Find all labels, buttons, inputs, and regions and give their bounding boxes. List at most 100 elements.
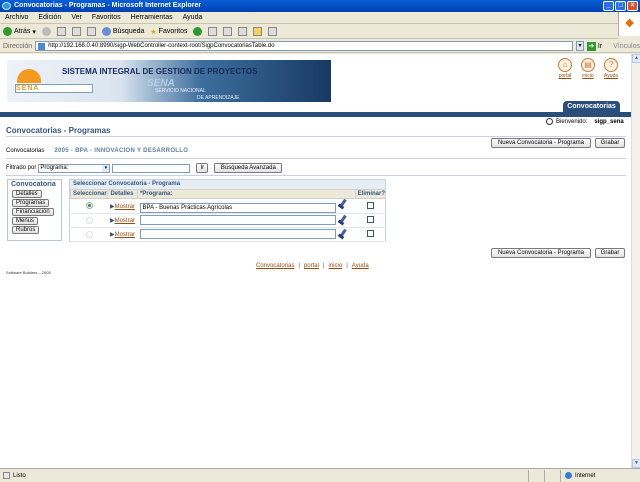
- go-button[interactable]: ➔ Ir: [586, 41, 602, 51]
- edit-icon[interactable]: [238, 27, 248, 36]
- programa-field[interactable]: BPA - Buenas Prácticas Agrícolas: [139, 203, 336, 213]
- menu-edicion[interactable]: Edición: [38, 12, 61, 23]
- scroll-up-icon[interactable]: ▲: [632, 54, 640, 63]
- portal-icon: ⌂: [558, 58, 572, 72]
- menu-ver[interactable]: Ver: [71, 12, 82, 23]
- home-icon[interactable]: [86, 27, 96, 36]
- close-button[interactable]: ×: [627, 1, 638, 11]
- refresh-icon[interactable]: [71, 27, 81, 36]
- global-links: ⌂ portal ▤ inicio ? Ayuda: [558, 58, 618, 79]
- show-details-link[interactable]: Mostrar: [115, 204, 135, 210]
- title-bar: Convocatorias - Programas - Microsoft In…: [0, 0, 640, 12]
- menu-bar: Archivo Edición Ver Favoritos Herramient…: [0, 12, 640, 24]
- browser-window: Convocatorias - Programas - Microsoft In…: [0, 0, 640, 482]
- sidebar-item-menus[interactable]: Menus: [12, 217, 39, 225]
- convocatoria-label: Convocatorias: [6, 148, 45, 154]
- col-eliminar: Eliminar?: [354, 189, 387, 199]
- filter-label: Filtrado por: [6, 165, 37, 171]
- filter-bar: Filtrado por Programa: ▾ Ir Búsqueda Ava…: [6, 163, 283, 173]
- menu-herramientas[interactable]: Herramientas: [131, 12, 173, 23]
- table-row: ▶Mostrar: [70, 213, 386, 228]
- address-bar: Dirección http://192.168.0.40:8990/sigp-…: [0, 40, 640, 53]
- help-icon: ?: [604, 58, 619, 72]
- delete-checkbox[interactable]: [366, 230, 374, 237]
- grid-title: Seleccionar Convocatoria - Programa: [70, 180, 385, 189]
- save-button[interactable]: Grabar: [595, 138, 625, 148]
- menu-favoritos[interactable]: Favoritos: [92, 12, 121, 23]
- filter-go-button[interactable]: Ir: [196, 163, 209, 173]
- media-icon[interactable]: [193, 27, 203, 36]
- page-content: SENA SISTEMA INTEGRAL DE GESTION DE PROY…: [0, 54, 631, 468]
- select-radio[interactable]: [85, 216, 93, 224]
- menu-archivo[interactable]: Archivo: [5, 12, 28, 23]
- search-icon: [101, 27, 111, 36]
- col-detalles: Detalles: [107, 189, 139, 199]
- edit-brush-icon[interactable]: [337, 229, 349, 239]
- portal-link[interactable]: ⌂ portal: [558, 58, 572, 79]
- sidebar-item-programas[interactable]: Programas: [12, 199, 50, 207]
- url-dropdown[interactable]: ▾: [576, 41, 584, 51]
- filter-input[interactable]: [112, 163, 191, 173]
- scroll-down-icon[interactable]: ▼: [632, 459, 640, 468]
- footer-link-inicio[interactable]: inicio: [329, 263, 343, 269]
- show-details-link[interactable]: Mostrar: [115, 218, 135, 224]
- folder-icon[interactable]: [253, 27, 263, 36]
- mail-icon[interactable]: [208, 27, 218, 36]
- go-arrow-icon: ➔: [586, 41, 596, 51]
- filter-select[interactable]: Programa: ▾: [38, 163, 111, 173]
- advanced-search-button[interactable]: Búsqueda Avanzada: [214, 163, 283, 173]
- inicio-link[interactable]: ▤ inicio: [581, 58, 595, 79]
- delete-checkbox[interactable]: [366, 201, 374, 209]
- vertical-scrollbar[interactable]: ▲ ▼: [631, 54, 640, 468]
- back-arrow-icon: [3, 27, 12, 36]
- new-convocatoria-button-bottom[interactable]: Nueva Convocatoria - Programa: [491, 248, 591, 258]
- page-done-icon: [3, 472, 10, 479]
- sidebar-item-rubros[interactable]: Rubros: [12, 226, 40, 234]
- menu-ayuda[interactable]: Ayuda: [183, 12, 203, 23]
- select-radio[interactable]: [85, 230, 93, 238]
- convocatoria-sidebar: Convocatoria Detalles Programas Financia…: [7, 179, 62, 241]
- programa-field[interactable]: [139, 214, 336, 225]
- favorites-button[interactable]: ★ Favoritos: [150, 26, 187, 38]
- footer-link-portal[interactable]: portal: [304, 263, 319, 269]
- forward-icon[interactable]: [41, 27, 51, 36]
- delete-checkbox[interactable]: [366, 216, 374, 223]
- maximize-button[interactable]: □: [615, 1, 626, 11]
- footer-links: Convocatorias | portal | inicio | Ayuda: [256, 263, 369, 269]
- search-button[interactable]: Búsqueda: [101, 26, 144, 38]
- sidebar-item-detalles[interactable]: Detalles: [12, 190, 42, 198]
- footer-link-convocatorias[interactable]: Convocatorias: [256, 263, 294, 269]
- programa-field[interactable]: [139, 228, 336, 239]
- page-icon: [38, 43, 46, 50]
- toolbar: Atrás ▾ Búsqueda ★ Favoritos: [0, 25, 618, 39]
- select-radio[interactable]: [85, 202, 93, 210]
- back-button[interactable]: Atrás ▾: [3, 26, 36, 38]
- print-icon[interactable]: [223, 27, 233, 36]
- banner-servicio: SERVICIO NACIONAL: [155, 88, 206, 94]
- banner-aprendizaje: DE APRENDIZAJE: [197, 95, 240, 101]
- security-zone: Internet: [560, 469, 640, 482]
- edit-brush-icon[interactable]: [337, 199, 349, 209]
- tab-strip: [0, 112, 631, 117]
- table-row: ▶Mostrar: [70, 227, 386, 242]
- credit-text: Software Builders – 2005: [6, 270, 51, 275]
- page-title: Convocatorias - Programas: [6, 126, 111, 135]
- col-programa: *Programa:: [137, 189, 356, 199]
- footer-link-ayuda[interactable]: Ayuda: [352, 263, 369, 269]
- status-text: Listo: [13, 472, 26, 479]
- new-convocatoria-button[interactable]: Nueva Convocatoria - Programa: [491, 138, 591, 148]
- messenger-icon[interactable]: [268, 27, 278, 36]
- inicio-icon: ▤: [581, 58, 595, 72]
- edit-brush-icon[interactable]: [337, 215, 349, 225]
- show-details-link[interactable]: Mostrar: [115, 232, 135, 238]
- address-label: Dirección: [3, 42, 33, 50]
- welcome-line: Bienvenido: sigp_sena: [546, 118, 624, 125]
- stop-icon[interactable]: [56, 27, 66, 36]
- links-label[interactable]: Vínculos: [613, 43, 640, 50]
- user-toggle-icon: [546, 118, 553, 125]
- minimize-button[interactable]: _: [603, 1, 614, 11]
- save-button-bottom[interactable]: Grabar: [595, 248, 625, 258]
- url-field[interactable]: http://192.168.0.40:8990/sigp-WebControl…: [35, 41, 574, 51]
- sidebar-item-financiacion[interactable]: Financiación: [12, 208, 54, 216]
- ayuda-link[interactable]: ? Ayuda: [604, 58, 618, 79]
